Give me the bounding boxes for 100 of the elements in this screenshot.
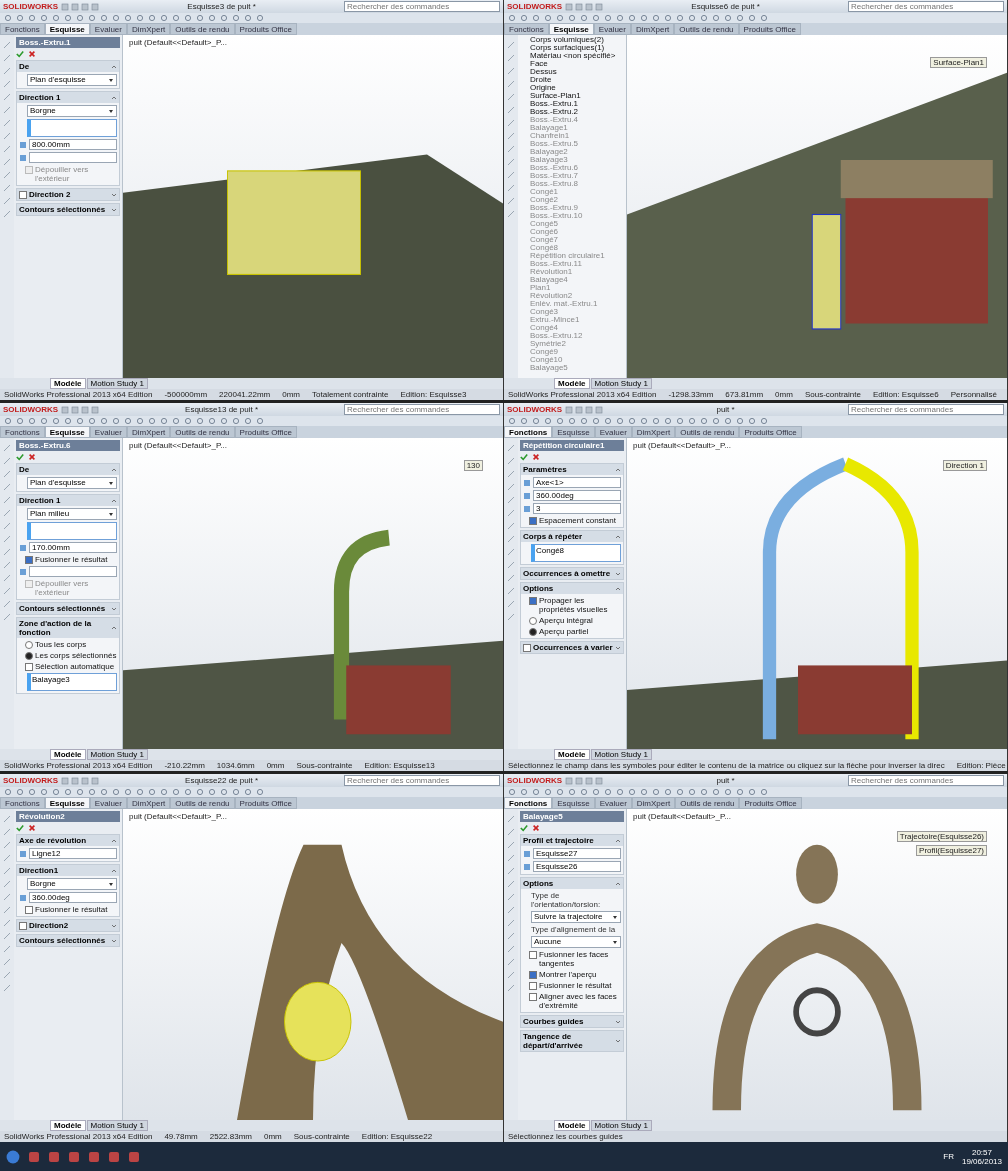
checkbox-option[interactable]: Espacement constant [529,516,621,525]
tab[interactable]: Outils de rendu [675,426,740,438]
tree-item[interactable]: Matériau <non spécifié> [520,52,624,60]
expand-icon[interactable] [615,644,621,651]
search-field[interactable]: Rechercher des commandes [344,404,500,415]
taskbar-app-icon[interactable] [28,1150,40,1163]
tab[interactable]: Outils de rendu [170,23,235,35]
tab[interactable]: Evaluer [89,426,127,438]
model-path[interactable]: puit (Default<<Default>_P... [633,812,731,821]
radio-option[interactable]: Aperçu partiel [529,627,621,636]
tab[interactable]: Produits Office [234,797,297,809]
input-field[interactable]: 170.00mm [29,542,117,553]
tab[interactable]: Fonctions [0,797,45,809]
tab[interactable]: Esquisse [548,23,594,35]
ok-check-icon[interactable] [520,824,528,832]
tab[interactable]: Evaluer [593,23,631,35]
close-icon[interactable] [532,453,540,461]
dropdown[interactable]: Plan d'esquisse [27,477,117,489]
tree-item[interactable]: Corps volumiques(2) [520,36,624,44]
input-field[interactable]: Esquisse26 [533,861,621,872]
checkbox[interactable] [19,191,27,199]
collapse-icon[interactable] [615,466,621,473]
checkbox-option[interactable]: Aligner avec les faces d'extrémité [529,992,621,1010]
search-field[interactable]: Rechercher des commandes [344,775,500,786]
expand-icon[interactable] [111,191,117,198]
input-field[interactable]: Axe<1> [533,477,621,488]
checkbox[interactable] [523,644,531,652]
collapse-icon[interactable] [111,94,117,101]
ok-check-icon[interactable] [16,824,24,832]
tab[interactable]: Outils de rendu [675,797,740,809]
ok-check-icon[interactable] [16,453,24,461]
selection-list[interactable] [27,522,117,540]
radio-option[interactable]: Les corps sélectionnés [25,651,117,660]
checkbox-option[interactable]: Montrer l'aperçu [529,970,621,979]
expand-icon[interactable] [111,922,117,929]
tab[interactable]: Esquisse [552,426,595,438]
tab[interactable]: Outils de rendu [170,426,235,438]
dropdown[interactable]: Aucune [531,936,621,948]
dropdown[interactable]: Borgne [27,878,117,890]
tab[interactable]: Produits Office [739,797,802,809]
expand-icon[interactable] [615,1038,621,1044]
expand-icon[interactable] [615,570,621,577]
tree-item[interactable]: Boss.-Extru.2 [520,108,624,116]
checkbox-option[interactable]: Sélection automatique [25,662,117,671]
tab[interactable]: Esquisse [552,797,595,809]
tab[interactable]: Evaluer [594,426,632,438]
dropdown[interactable]: Borgne [27,105,117,117]
taskbar-app-icon[interactable] [68,1150,80,1163]
tab[interactable]: Evaluer [594,797,632,809]
close-icon[interactable] [28,50,36,58]
radio-option[interactable]: Tous les corps [25,640,117,649]
tab[interactable]: Produits Office [234,23,297,35]
input-field[interactable] [29,566,117,577]
collapse-icon[interactable] [111,867,117,874]
start-icon[interactable] [6,1149,20,1164]
checkbox[interactable] [19,922,27,930]
taskbar-app-icon[interactable] [108,1150,120,1163]
tab[interactable]: DimXpert [126,426,171,438]
expand-icon[interactable] [111,605,117,612]
tab[interactable]: Evaluer [89,797,127,809]
dropdown[interactable]: Plan milieu [27,508,117,520]
tab[interactable]: Outils de rendu [170,797,235,809]
search-field[interactable]: Rechercher des commandes [344,1,500,12]
search-field[interactable]: Rechercher des commandes [848,1,1004,12]
tab[interactable]: Produits Office [739,426,802,438]
tab[interactable]: Evaluer [89,23,127,35]
tab[interactable]: Fonctions [504,426,553,438]
input-field[interactable]: 360.00deg [29,892,117,903]
model-path[interactable]: puit (Default<<Default>_P... [633,441,731,450]
search-field[interactable]: Rechercher des commandes [848,404,1004,415]
input-field[interactable]: 360.00deg [533,490,621,501]
radio-option[interactable]: Aperçu intégral [529,616,621,625]
expand-icon[interactable] [615,1018,621,1025]
taskbar-app-icon[interactable] [128,1150,140,1163]
tree-item[interactable]: Droite [520,76,624,84]
input-field[interactable]: Esquisse27 [533,848,621,859]
selection-list[interactable]: Balayage3 [27,673,117,691]
selection-list[interactable] [27,119,117,137]
close-icon[interactable] [532,824,540,832]
tree-item[interactable]: Surface-Plan1 [520,92,624,100]
collapse-icon[interactable] [111,497,117,504]
tab[interactable]: DimXpert [630,23,675,35]
expand-icon[interactable] [111,206,117,213]
collapse-icon[interactable] [111,625,117,631]
tab[interactable]: Esquisse [44,23,90,35]
checkbox-option[interactable]: Fusionner les faces tangentes [529,950,621,968]
input-field[interactable]: Ligne12 [29,848,117,859]
close-icon[interactable] [28,453,36,461]
tree-item[interactable]: Face [520,60,624,68]
selection-list[interactable]: Congé8 [531,544,621,562]
collapse-icon[interactable] [111,63,117,70]
tab[interactable]: Outils de rendu [674,23,739,35]
tab[interactable]: DimXpert [126,797,171,809]
tab[interactable]: Produits Office [234,426,297,438]
tree-item[interactable]: Dessus [520,68,624,76]
collapse-icon[interactable] [615,585,621,592]
model-path[interactable]: puit (Default<<Default>_P... [129,441,227,450]
collapse-icon[interactable] [111,466,117,473]
tab[interactable]: DimXpert [631,426,676,438]
ok-check-icon[interactable] [520,453,528,461]
